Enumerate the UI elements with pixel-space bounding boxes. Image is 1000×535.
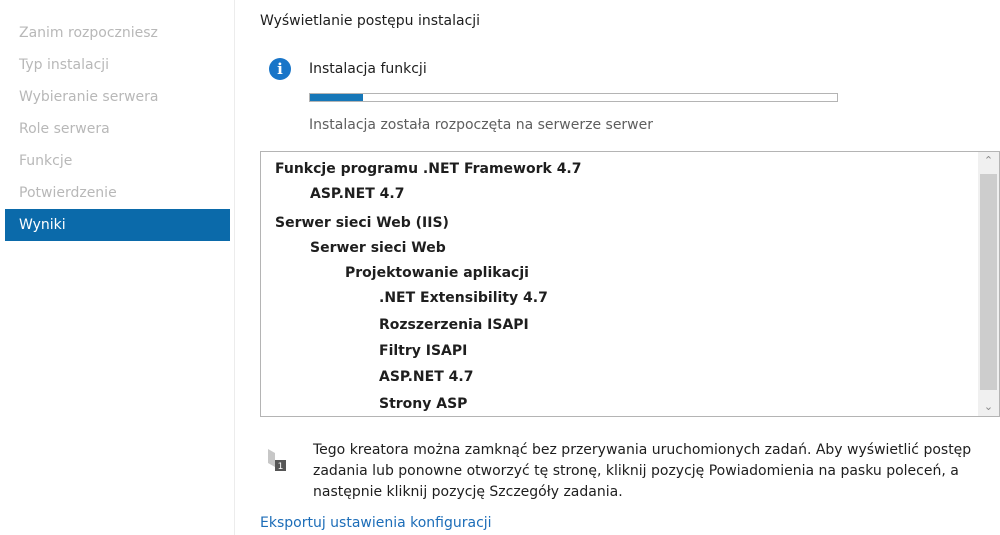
- nav-item-results[interactable]: Wyniki: [5, 209, 230, 241]
- nav-item-server-selection[interactable]: Wybieranie serwera: [5, 81, 230, 113]
- nav-item-server-roles[interactable]: Role serwera: [5, 113, 230, 145]
- wizard-nav: Zanim rozpoczniesz Typ instalacji Wybier…: [0, 0, 234, 535]
- info-icon: i: [269, 58, 291, 80]
- export-configuration-link[interactable]: Eksportuj ustawienia konfiguracji: [260, 515, 492, 531]
- page-title: Wyświetlanie postępu instalacji: [260, 13, 481, 29]
- nav-item-before-you-begin[interactable]: Zanim rozpoczniesz: [5, 17, 230, 49]
- nav-item-installation-type[interactable]: Typ instalacji: [5, 49, 230, 81]
- scrollbar-thumb[interactable]: [980, 174, 997, 390]
- installation-progress-bar: [309, 93, 838, 102]
- notice-text: Tego kreatora można zamknąć bez przerywa…: [313, 442, 972, 500]
- results-scrollbar[interactable]: ⌃ ⌄: [978, 152, 999, 416]
- progress-bar-fill: [310, 94, 363, 101]
- list-item: ASP.NET 4.7: [379, 369, 474, 385]
- nav-item-confirmation[interactable]: Potwierdzenie: [5, 177, 230, 209]
- status-detail: Instalacja została rozpoczęta na serwerz…: [309, 117, 654, 133]
- list-item: Projektowanie aplikacji: [345, 265, 529, 281]
- nav-divider: [234, 0, 235, 535]
- main-content: Wyświetlanie postępu instalacji i Instal…: [260, 0, 1000, 535]
- list-item: Strony ASP: [379, 396, 468, 412]
- status-label: Instalacja funkcji: [309, 61, 427, 77]
- results-list-box[interactable]: Funkcje programu .NET Framework 4.7 ASP.…: [260, 151, 1000, 417]
- scroll-down-chevron-icon[interactable]: ⌄: [978, 398, 999, 416]
- svg-text:1: 1: [278, 462, 284, 472]
- nav-item-features[interactable]: Funkcje: [5, 145, 230, 177]
- list-item: ASP.NET 4.7: [310, 186, 405, 202]
- results-list: Funkcje programu .NET Framework 4.7 ASP.…: [261, 152, 977, 416]
- list-item: Funkcje programu .NET Framework 4.7: [275, 161, 582, 177]
- scroll-up-chevron-icon[interactable]: ⌃: [978, 152, 999, 170]
- list-item: Rozszerzenia ISAPI: [379, 317, 529, 333]
- list-item: Filtry ISAPI: [379, 343, 468, 359]
- list-item: .NET Extensibility 4.7: [379, 290, 548, 306]
- flag-notification-icon: 1: [266, 447, 288, 473]
- list-item: Serwer sieci Web: [310, 240, 446, 256]
- list-item: Serwer sieci Web (IIS): [275, 215, 449, 231]
